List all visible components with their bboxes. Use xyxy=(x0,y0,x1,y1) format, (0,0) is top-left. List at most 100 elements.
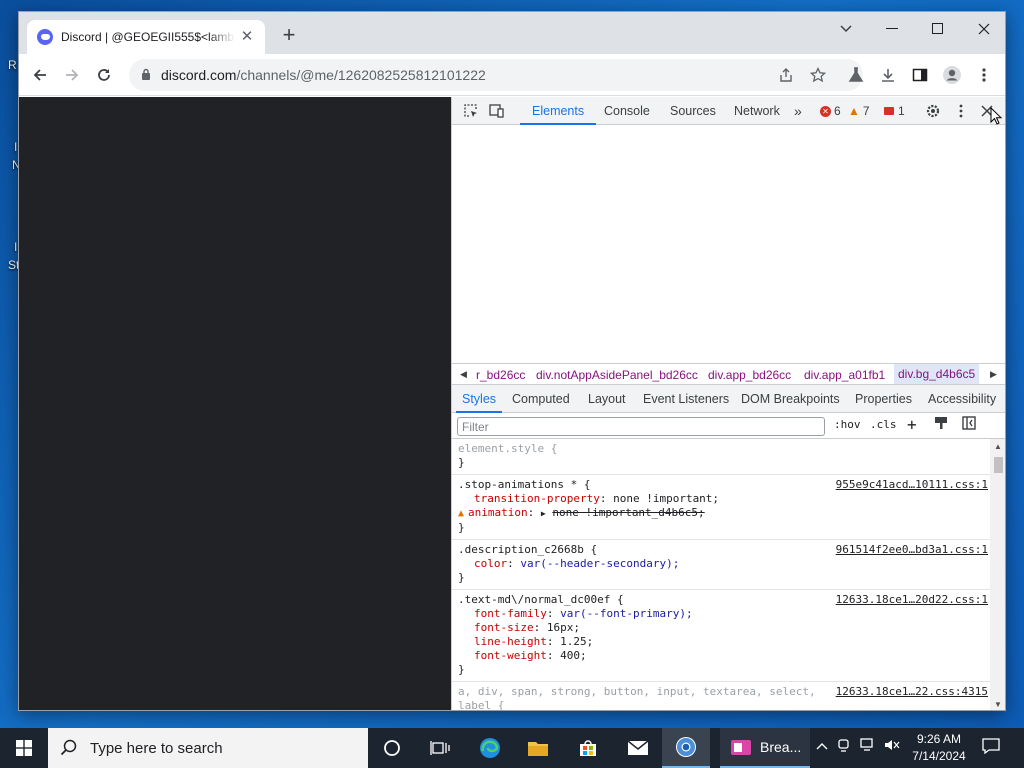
rule-source-link[interactable]: 12633.18ce1…22.css:4315 xyxy=(836,685,988,699)
tab-close-icon[interactable]: ✕ xyxy=(239,29,255,45)
breadcrumb-item[interactable]: r_bd26cc xyxy=(476,368,525,382)
cls-toggle[interactable]: .cls xyxy=(870,418,897,431)
search-icon xyxy=(60,739,77,756)
minimize-button[interactable] xyxy=(869,12,915,46)
style-property[interactable]: font-weight: 400; xyxy=(458,649,984,663)
labs-flask-icon[interactable] xyxy=(843,62,869,88)
bookmark-star-icon[interactable] xyxy=(805,62,831,88)
chrome-taskbar-icon[interactable] xyxy=(662,728,710,768)
notifications-icon[interactable] xyxy=(982,738,1000,757)
warning-icon: ▲ xyxy=(848,104,860,118)
side-panel-icon[interactable] xyxy=(907,62,933,88)
menu-kebab-icon[interactable] xyxy=(971,62,997,88)
expand-triangle-icon[interactable]: ▶ xyxy=(541,509,546,518)
breadcrumb-item-selected[interactable]: div.bg_d4b6c5 xyxy=(894,364,980,384)
styles-pane[interactable]: element.style { } .stop-animations * { 9… xyxy=(452,439,990,710)
scrollbar-thumb[interactable] xyxy=(994,457,1003,473)
style-rule[interactable]: .text-md\/normal_dc00ef { 12633.18ce1…20… xyxy=(452,590,990,682)
styles-scrollbar[interactable]: ▲ ▼ xyxy=(990,439,1005,710)
rule-source-link[interactable]: 12633.18ce1…20d22.css:1 xyxy=(836,593,988,607)
reload-button[interactable] xyxy=(91,62,117,88)
devtools-tab-network[interactable]: Network xyxy=(734,97,780,125)
share-icon[interactable] xyxy=(773,62,799,88)
microsoft-store-icon[interactable] xyxy=(564,728,612,768)
taskbar-app-button[interactable]: Brea... xyxy=(720,728,810,768)
close-window-button[interactable] xyxy=(961,12,1005,46)
style-rule[interactable]: a, div, span, strong, button, input, tex… xyxy=(452,682,990,710)
task-view-icon[interactable] xyxy=(416,728,464,768)
subtab-styles[interactable]: Styles xyxy=(456,385,503,413)
page-content[interactable] xyxy=(19,97,451,710)
edge-browser-icon[interactable] xyxy=(466,728,514,768)
network-icon[interactable] xyxy=(860,738,876,755)
inspect-element-icon[interactable] xyxy=(458,98,484,124)
warning-count[interactable]: ▲ 7 xyxy=(848,104,870,118)
taskbar: Type here to search Brea... 9:26 AM 7/14… xyxy=(0,728,1024,768)
subtab-dom-breakpoints[interactable]: DOM Breakpoints xyxy=(741,385,840,413)
maximize-button[interactable] xyxy=(915,12,961,46)
desktop-icon-label[interactable]: R xyxy=(8,58,17,72)
subtab-layout[interactable]: Layout xyxy=(588,385,626,413)
hov-toggle[interactable]: :hov xyxy=(834,418,861,431)
rule-source-link[interactable]: 961514f2ee0…bd3a1.css:1 xyxy=(836,543,988,557)
style-rule[interactable]: .stop-animations * { 955e9c41acd…10111.c… xyxy=(452,475,990,540)
devtools-tab-console[interactable]: Console xyxy=(604,97,650,125)
style-rule[interactable]: .description_c2668b { 961514f2ee0…bd3a1.… xyxy=(452,540,990,590)
forward-button[interactable] xyxy=(59,62,85,88)
back-button[interactable] xyxy=(27,62,53,88)
breadcrumb-item[interactable]: div.app_bd26cc xyxy=(708,368,791,382)
style-property[interactable]: line-height: 1.25; xyxy=(458,635,984,649)
lock-icon[interactable] xyxy=(141,68,151,84)
issues-count[interactable]: 1 xyxy=(884,104,905,118)
settings-gear-icon[interactable] xyxy=(920,98,946,124)
devtools-menu-kebab-icon[interactable] xyxy=(948,98,974,124)
styles-filter-input[interactable]: Filter xyxy=(457,417,825,436)
paint-brush-icon[interactable] xyxy=(934,416,948,433)
device-toolbar-icon[interactable] xyxy=(484,98,510,124)
breadcrumb-item[interactable]: div.notAppAsidePanel_bd26cc xyxy=(536,368,698,382)
app-icon xyxy=(731,740,751,755)
breadcrumb-scroll-right-icon[interactable]: ▶ xyxy=(990,369,997,380)
desktop-icon-label[interactable]: I xyxy=(14,240,17,254)
taskbar-search-input[interactable]: Type here to search xyxy=(48,728,368,768)
new-tab-button[interactable]: + xyxy=(277,24,301,48)
file-explorer-icon[interactable] xyxy=(514,728,562,768)
style-property[interactable]: transition-property: none !important; xyxy=(458,492,984,506)
style-rule[interactable]: element.style { } xyxy=(452,439,990,475)
style-property[interactable]: color: var(--header-secondary); xyxy=(458,557,984,571)
windows-start-icon[interactable] xyxy=(0,728,48,768)
style-property-invalid[interactable]: ▲ animation: ▶ none !important_d4b6c5; xyxy=(458,506,984,521)
show-hidden-icons-chevron-icon[interactable] xyxy=(816,738,828,753)
toggle-sidebar-icon[interactable] xyxy=(962,416,976,433)
style-property[interactable]: font-size: 16px; xyxy=(458,621,984,635)
cortana-icon[interactable] xyxy=(368,728,416,768)
download-icon[interactable] xyxy=(875,62,901,88)
subtab-accessibility[interactable]: Accessibility xyxy=(928,385,996,413)
dom-tree-pane[interactable] xyxy=(452,125,1005,363)
profile-avatar-icon[interactable] xyxy=(939,62,965,88)
breadcrumb-item[interactable]: div.app_a01fb1 xyxy=(804,368,885,382)
subtab-computed[interactable]: Computed xyxy=(512,385,570,413)
devtools-tab-sources[interactable]: Sources xyxy=(670,97,716,125)
devtools-tab-elements[interactable]: Elements xyxy=(520,97,597,125)
property-value: 1.25; xyxy=(560,635,594,648)
desktop-icon-label[interactable]: I xyxy=(14,140,17,154)
volume-muted-icon[interactable] xyxy=(884,738,900,755)
new-style-rule-icon[interactable]: + xyxy=(907,415,917,434)
mail-icon[interactable] xyxy=(614,728,662,768)
more-tabs-chevron-icon[interactable]: » xyxy=(794,97,802,125)
address-bar[interactable]: discord.com/channels/@me/126208252581210… xyxy=(129,59,863,91)
scroll-up-arrow-icon[interactable]: ▲ xyxy=(994,442,1002,451)
tab-search-chevron-icon[interactable] xyxy=(823,12,869,46)
meet-now-camera-icon[interactable] xyxy=(838,738,852,755)
subtab-event-listeners[interactable]: Event Listeners xyxy=(643,385,729,413)
scroll-down-arrow-icon[interactable]: ▼ xyxy=(994,700,1002,709)
style-property[interactable]: font-family: var(--font-primary); xyxy=(458,607,984,621)
breadcrumb-scroll-left-icon[interactable]: ◀ xyxy=(460,369,467,380)
rule-source-link[interactable]: 955e9c41acd…10111.css:1 xyxy=(836,478,988,492)
browser-tab[interactable]: Discord | @GEOEGII555$<lambda> ✕ xyxy=(27,20,265,54)
error-count[interactable]: ✕ 6 xyxy=(820,104,841,118)
subtab-properties[interactable]: Properties xyxy=(855,385,912,413)
styles-filter-bar: Filter :hov .cls + xyxy=(452,413,1005,439)
taskbar-clock[interactable]: 9:26 AM 7/14/2024 xyxy=(906,731,972,765)
